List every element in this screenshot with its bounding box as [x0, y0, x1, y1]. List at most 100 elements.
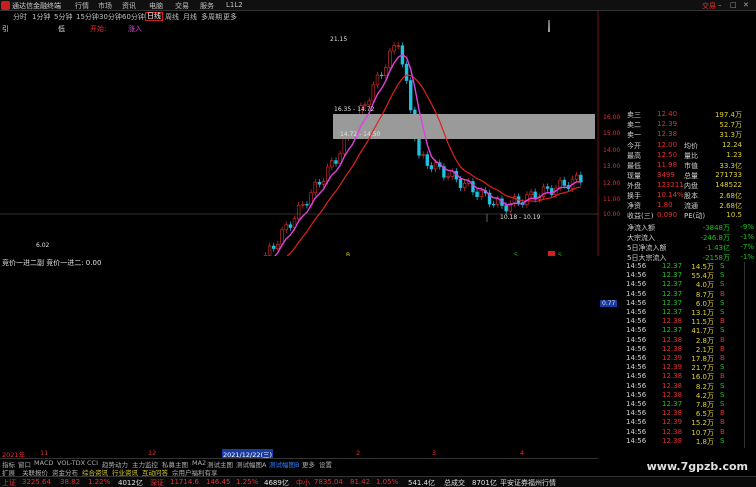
tick-side: S [720, 400, 725, 408]
candle-body [375, 74, 380, 86]
index-sh-name[interactable]: 上证 [2, 478, 16, 487]
tick-time: 14:56 [626, 427, 647, 436]
maximize-icon[interactable]: □ [730, 1, 737, 9]
index-sh-val: 3225.64 [22, 478, 51, 486]
tick-time: 14:56 [626, 271, 647, 280]
stat-row: 现量 3499 总量 271733 [600, 171, 756, 180]
index-sz-name[interactable]: 深证 [150, 478, 164, 487]
tab-vol[interactable]: VOL-TDX [57, 459, 85, 467]
tick-time: 14:56 [626, 436, 647, 445]
flow-value: -246.8万 [700, 234, 730, 242]
date-label-3: 3 [432, 449, 437, 457]
tick-row: 14:56 12.37 8.7万 B [624, 290, 744, 299]
ask-volume: 31.3万 [719, 131, 742, 139]
stat-row: 今开 12.00 均价 12.24 [600, 141, 756, 150]
menu-news[interactable]: 资讯 [122, 1, 136, 11]
menu-exchange[interactable]: 市场 [98, 1, 112, 11]
tf-multi[interactable]: 多周期 [200, 12, 223, 22]
ask-row: 卖一 12.38 31.3万 [600, 130, 756, 139]
indicator-title: 竞价一进二副 竞价一进二: 0.00 [2, 259, 102, 267]
tf-30min[interactable]: 30分钟 [98, 12, 123, 22]
candle-body [558, 179, 562, 189]
candle-body [417, 137, 421, 156]
tf-1min[interactable]: 1分钟 [31, 12, 51, 22]
date-label-11: 11 [40, 449, 49, 457]
tf-5min[interactable]: 5分钟 [53, 12, 73, 22]
stat-row: 换手 10.14% 股本 2.68亿 [600, 191, 756, 200]
tick-row: 14:56 12.37 7.8万 S [624, 400, 744, 409]
tick-price: 12.37 [662, 271, 683, 280]
tick-time: 14:56 [626, 326, 647, 335]
index-sme-name[interactable]: 中小 [296, 478, 310, 487]
tick-price: 12.38 [662, 427, 683, 436]
tick-side: B [720, 344, 725, 353]
stat-label-2: 市值 [684, 162, 698, 170]
tick-side: S [720, 262, 725, 270]
candle-body [317, 181, 322, 185]
menu-service[interactable]: 服务 [200, 1, 214, 11]
tf-daily[interactable]: 日线 [145, 12, 163, 21]
tick-side: B [720, 335, 725, 344]
candle-body [313, 181, 317, 194]
stat-row: 最高 12.50 量比 1.23 [600, 151, 756, 160]
candle-body [574, 174, 579, 180]
menu-l1l2[interactable]: L1L2 [226, 1, 243, 9]
tf-weekly[interactable]: 周线 [164, 12, 180, 22]
candle-body [296, 204, 301, 220]
minimize-icon[interactable]: – [718, 1, 725, 9]
stat-value: 1.80 [657, 201, 673, 209]
tf-60min[interactable]: 60分钟 [121, 12, 146, 22]
index-sh-chg: 38.82 [60, 478, 81, 486]
tick-price: 12.37 [662, 326, 683, 335]
stat-value-2: 12.24 [721, 141, 742, 149]
trade-account[interactable]: 交易 [702, 1, 716, 11]
broker-name: 平安证券福州行情 [500, 479, 556, 487]
tab-cci[interactable]: CCI [87, 459, 98, 467]
tick-row: 14:56 12.37 41.7万 S [624, 326, 744, 335]
candle-body [404, 63, 409, 81]
menu-trade[interactable]: 交易 [175, 1, 189, 11]
candle-body [384, 67, 388, 77]
candlestick-chart[interactable]: 21.15 16.35 - 14.72 14.72 - 14.50 10.18 … [0, 32, 600, 256]
index-sh-pct: 1.22% [88, 478, 111, 486]
candle-body [504, 205, 508, 212]
candle-body [263, 255, 268, 256]
tick-scrollbar[interactable] [744, 262, 756, 448]
watermark: www.7gpzb.com [646, 460, 748, 473]
tf-intraday[interactable]: 分时 [12, 12, 28, 22]
flow-pct: -7% [740, 243, 754, 251]
tick-side: S [720, 280, 725, 289]
tf-15min[interactable]: 15分钟 [75, 12, 100, 22]
tf-more[interactable]: 更多 [222, 12, 238, 22]
candle-body [446, 176, 450, 178]
ask-price: 12.39 [657, 120, 678, 128]
tf-monthly[interactable]: 月线 [182, 12, 198, 22]
stat-label-2: 量比 [684, 152, 698, 160]
tick-price: 12.38 [662, 390, 683, 399]
tick-price: 12.38 [662, 344, 683, 353]
tick-time: 14:56 [626, 308, 647, 316]
candle-body [545, 186, 550, 189]
candle-body [392, 45, 396, 52]
marker-s2: S [558, 252, 562, 256]
tick-list[interactable]: 14:56 12.37 14.5万 S 14:56 12.37 55.4万 S 14:56 12.… [624, 262, 744, 448]
tab-ma2[interactable]: MA2 [192, 459, 206, 467]
menu-computer[interactable]: 电脑 [149, 1, 163, 11]
candle-body [529, 191, 533, 196]
stat-label: 净资 [627, 202, 641, 210]
flow-row: 5日大宗流入 -2158万 -1% [600, 253, 756, 262]
menu-market[interactable]: 行情 [75, 1, 89, 11]
index-sz-amt: 4689亿 [264, 479, 289, 487]
tab-macd[interactable]: MACD [34, 459, 53, 467]
candle-body [475, 191, 479, 197]
candle-body [267, 245, 272, 256]
candle-body [301, 204, 305, 206]
tick-time: 14:56 [626, 372, 647, 381]
tick-side: S [720, 271, 725, 280]
tick-side: S [720, 298, 725, 307]
marker-b: B [346, 252, 350, 256]
tick-row: 14:56 12.38 2.8万 B [624, 336, 744, 345]
tick-row: 14:56 12.38 6.5万 B [624, 409, 744, 418]
indicator-tab-bar: 指标 窗口 MACD VOL-TDX CCI 趋势动力 主力监控 私募主图 MA… [0, 458, 598, 469]
close-icon[interactable]: ✕ [743, 1, 750, 9]
